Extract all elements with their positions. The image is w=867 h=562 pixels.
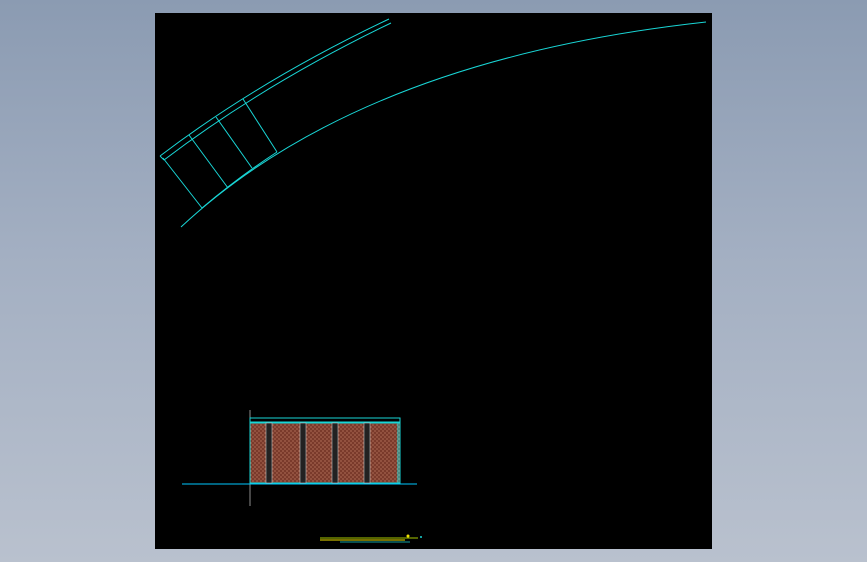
cad-drawing[interactable] [0,0,867,562]
wall-elevation [249,417,401,484]
drawing-canvas[interactable] [155,13,712,549]
cad-viewport[interactable] [0,0,867,562]
